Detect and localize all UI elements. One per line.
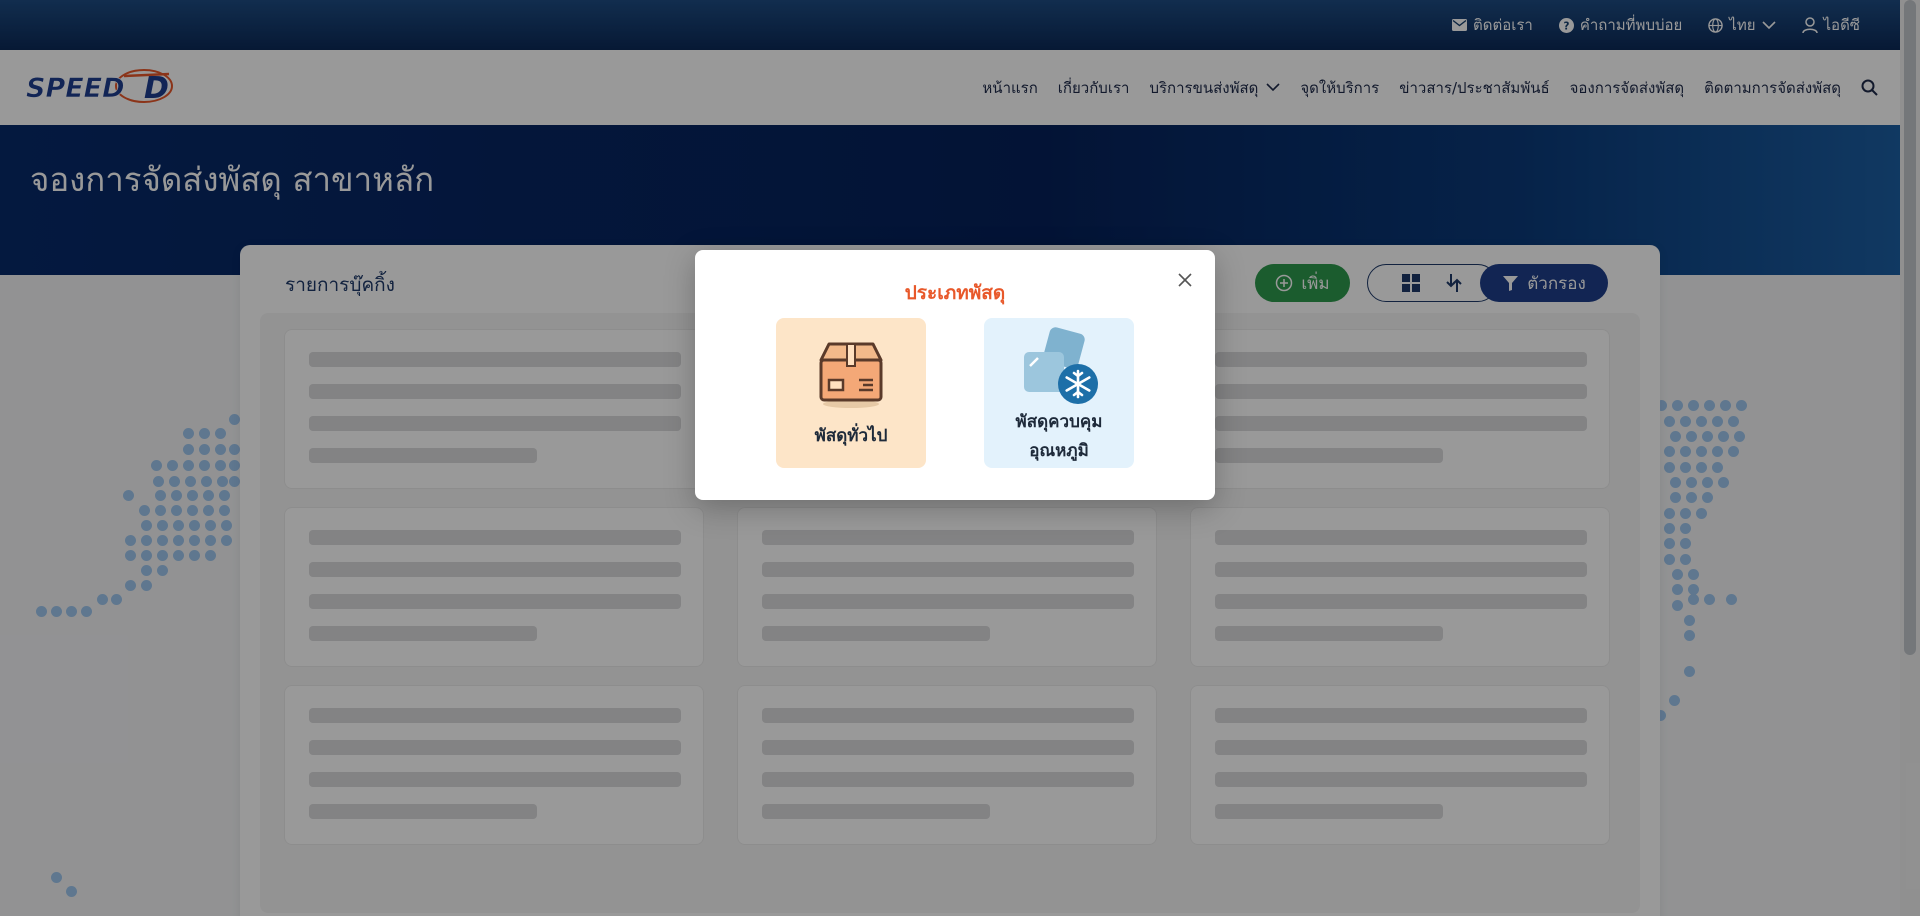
close-icon (1178, 273, 1192, 287)
temperature-controlled-option[interactable]: พัสดุควบคุม อุณหภูมิ (984, 318, 1134, 468)
box-icon (819, 342, 883, 408)
temperature-controlled-label: พัสดุควบคุม อุณหภูมิ (1016, 408, 1103, 466)
close-button[interactable] (1173, 268, 1197, 292)
parcel-type-modal: ประเภทพัสดุ พัสดุทั่วไป พัสดุควบคุม อุณห… (695, 250, 1215, 500)
general-parcel-option[interactable]: พัสดุทั่วไป (776, 318, 926, 468)
temperature-controlled-label-line1: พัสดุควบคุม (1015, 412, 1103, 432)
cold-box-icon (1024, 327, 1098, 404)
temperature-controlled-label-line2: อุณหภูมิ (1029, 441, 1089, 461)
modal-title: ประเภทพัสดุ (904, 282, 1006, 304)
general-parcel-label: พัสดุทั่วไป (814, 426, 888, 446)
